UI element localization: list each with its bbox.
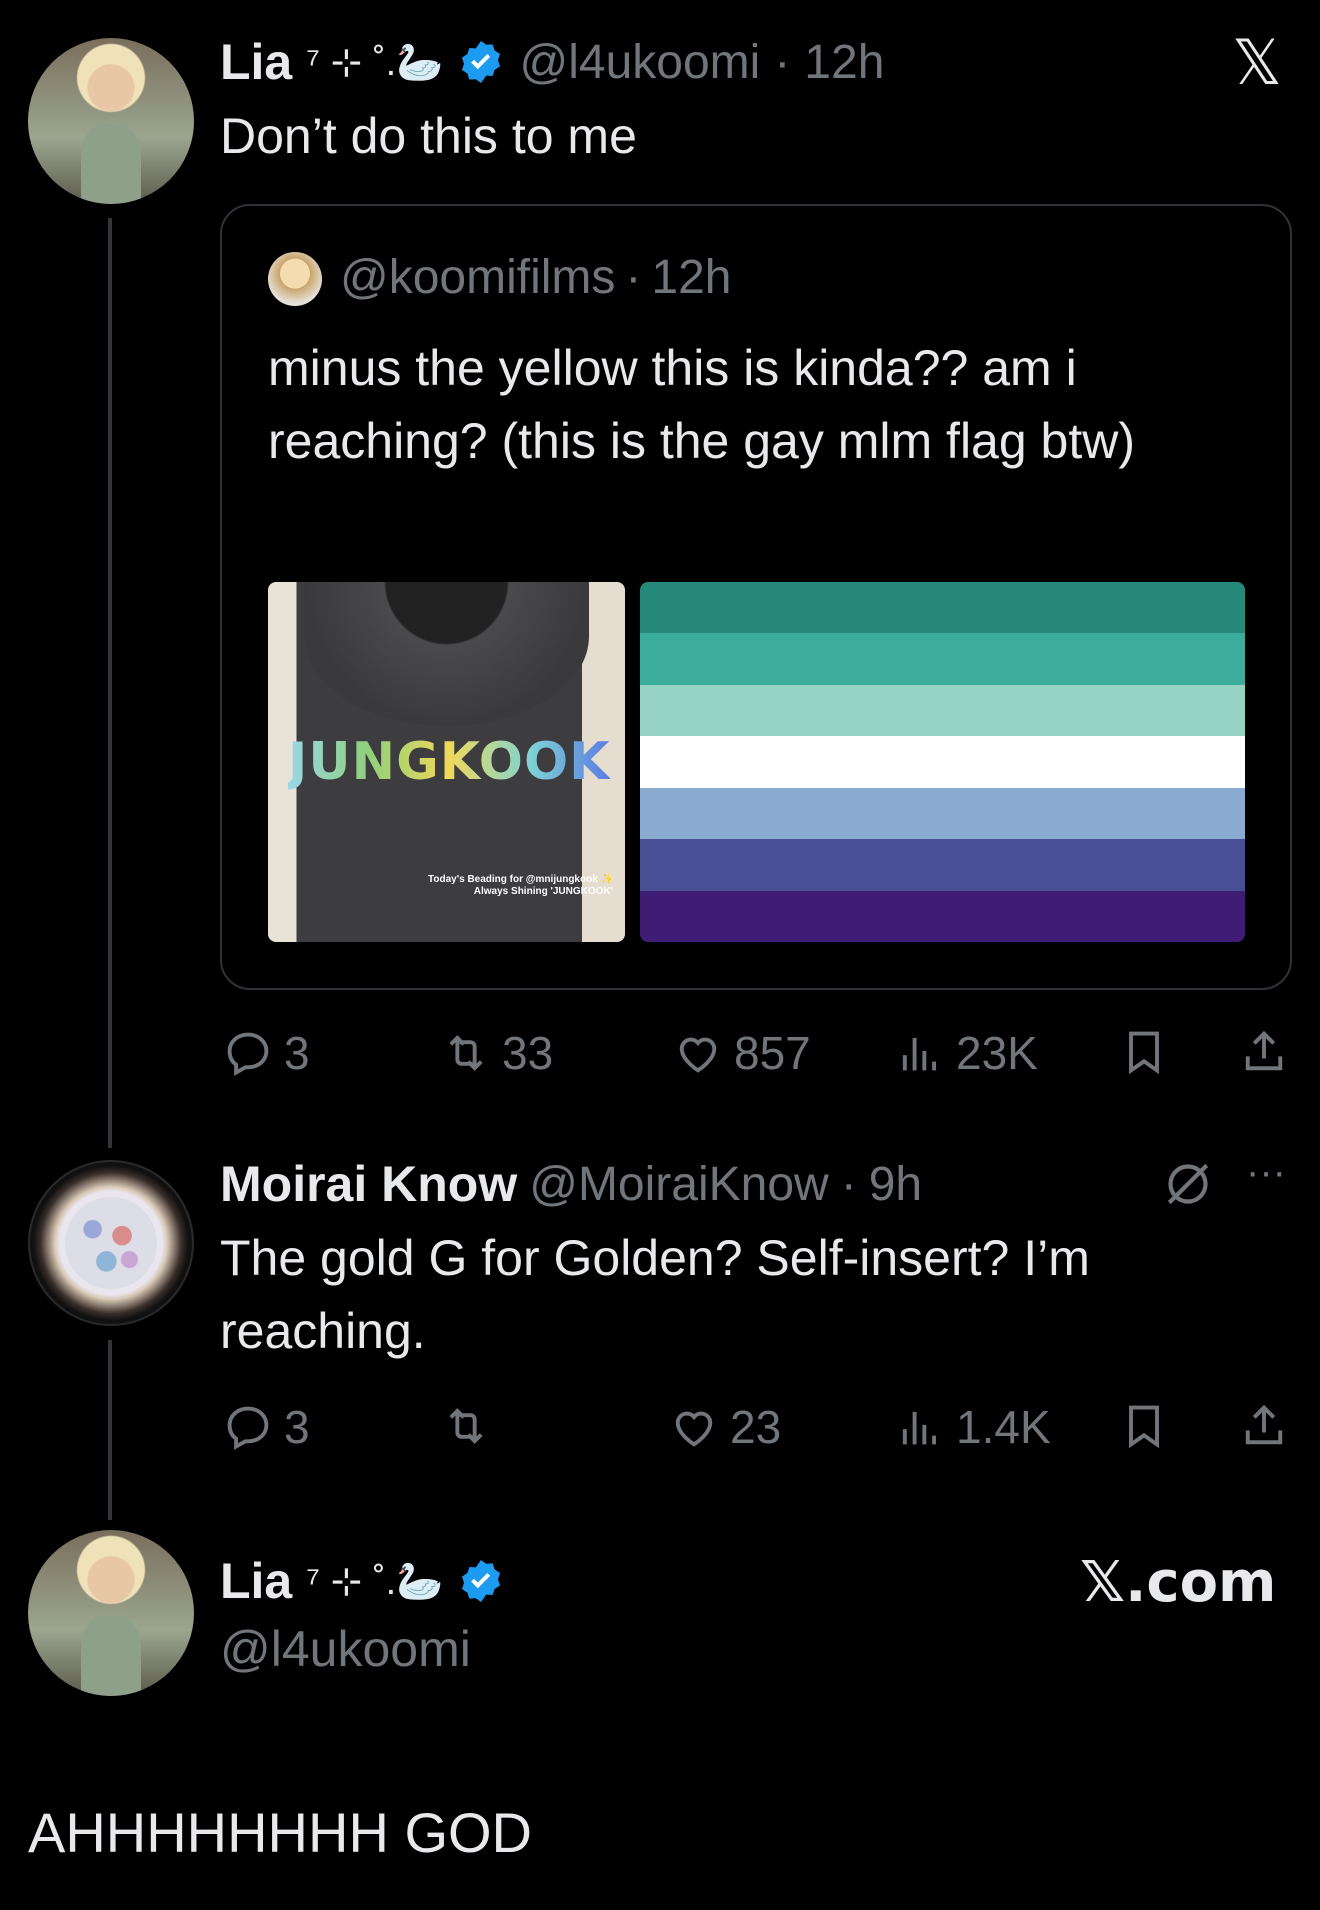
photo-caption: Today's Beading for @mnijungkook ✨ Alway… [428, 874, 613, 897]
thread-connector [108, 1340, 112, 1520]
like-icon [679, 1037, 717, 1073]
reply-button[interactable]: 3 [222, 1026, 310, 1080]
like-icon [675, 1411, 713, 1447]
hoodie-hood [303, 582, 590, 726]
avatar[interactable] [28, 1530, 194, 1696]
quoted-text: minus the yellow this is kinda?? am i re… [268, 340, 1136, 469]
reply-count: 3 [284, 1027, 310, 1079]
reply-count: 3 [284, 1401, 310, 1453]
share-icon [1245, 1030, 1283, 1071]
time-separator: · [774, 35, 791, 89]
bookmark-icon [1129, 1405, 1159, 1449]
caption-text: AHHHHHHHH GOD [28, 1801, 532, 1864]
footer-author: Lia ⁷ ⊹ ˚.🦢 [220, 1548, 505, 1614]
time-separator: · [840, 1157, 857, 1211]
hoodie-photo[interactable]: JUNGKOOK Today's Beading for @mnijungkoo… [268, 582, 625, 942]
author-decor: ⁷ ⊹ ˚.🦢 [306, 41, 444, 84]
like-button[interactable]: 23 [668, 1400, 781, 1454]
bookmark-icon [1129, 1031, 1159, 1075]
grok-icon[interactable] [1160, 1156, 1216, 1212]
x-logo-icon[interactable]: 𝕏 [1232, 26, 1282, 99]
views-button[interactable]: 23K [894, 1026, 1038, 1080]
like-count: 23 [730, 1401, 782, 1453]
verified-badge-icon [462, 1560, 501, 1602]
brand-label: 𝕏.com [1080, 1550, 1277, 1615]
views-button[interactable]: 1.4K [894, 1400, 1051, 1454]
reply-icon [227, 1406, 269, 1450]
views-icon [902, 1037, 937, 1071]
flag-stripe [640, 839, 1245, 891]
thread-connector [108, 218, 112, 1148]
author-name[interactable]: Lia [220, 33, 292, 91]
post-header: Moirai Know @MoiraiKnow · 9h [220, 1150, 922, 1218]
author-handle[interactable]: @l4ukoomi [519, 35, 760, 90]
bookmark-button[interactable] [1118, 1400, 1170, 1452]
flag-stripe [640, 736, 1245, 788]
avatar[interactable] [28, 1160, 194, 1326]
quoted-handle[interactable]: @koomifilms [340, 250, 615, 305]
repost-button[interactable]: 33 [440, 1026, 553, 1080]
flag-stripe [640, 890, 1245, 942]
bookmark-button[interactable] [1118, 1026, 1170, 1078]
repost-icon [449, 1035, 483, 1071]
time-separator: · [625, 251, 642, 304]
repost-icon [449, 1408, 483, 1444]
share-icon [1245, 1404, 1283, 1445]
hoodie-word: JUNGKOOK [288, 732, 611, 792]
verified-badge-icon [462, 41, 501, 83]
post-time[interactable]: 12h [804, 35, 884, 90]
share-button[interactable] [1238, 1400, 1290, 1452]
flag-stripe [640, 787, 1245, 840]
post-time[interactable]: 9h [869, 1157, 922, 1212]
post-text: The gold G for Golden? Self-insert? I’m … [220, 1230, 1090, 1359]
repost-button[interactable] [440, 1400, 492, 1452]
mlm-flag-image[interactable] [640, 582, 1245, 942]
avatar[interactable] [28, 38, 194, 204]
views-count: 1.4K [956, 1401, 1051, 1453]
reply-button[interactable]: 3 [222, 1400, 310, 1454]
author-name[interactable]: Lia [220, 1552, 292, 1610]
like-count: 857 [734, 1027, 811, 1079]
views-count: 23K [956, 1027, 1038, 1079]
quoted-avatar[interactable] [268, 252, 322, 306]
author-handle[interactable]: @l4ukoomi [220, 1620, 471, 1678]
repost-count: 33 [502, 1027, 554, 1079]
flag-stripe [640, 633, 1245, 685]
post-text: Don’t do this to me [220, 108, 637, 164]
post-header: Lia ⁷ ⊹ ˚.🦢 @l4ukoomi · 12h [220, 28, 884, 96]
quoted-time[interactable]: 12h [651, 250, 731, 305]
reply-icon [227, 1032, 269, 1076]
author-handle[interactable]: @MoiraiKnow [529, 1157, 828, 1212]
author-decor: ⁷ ⊹ ˚.🦢 [306, 1560, 444, 1603]
author-name[interactable]: Moirai Know [220, 1155, 517, 1213]
more-options-icon[interactable]: ··· [1246, 1150, 1286, 1195]
quoted-header: @koomifilms · 12h [340, 250, 732, 305]
views-icon [902, 1411, 937, 1445]
flag-stripe [640, 684, 1245, 737]
flag-stripe [640, 582, 1245, 634]
share-button[interactable] [1238, 1026, 1290, 1078]
like-button[interactable]: 857 [672, 1026, 811, 1080]
